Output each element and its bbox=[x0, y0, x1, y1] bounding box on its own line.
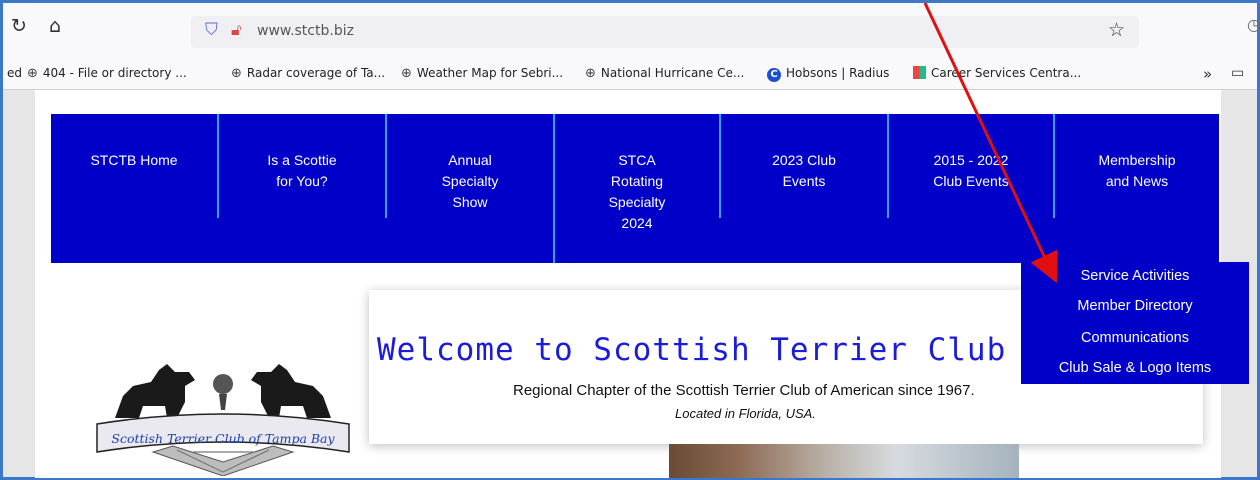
extension-icon[interactable]: ◷ bbox=[1247, 15, 1260, 34]
bookmark-item[interactable]: ⊕ Radar coverage of Ta... bbox=[231, 66, 385, 81]
membership-dropdown: Service Activities Member Directory Comm… bbox=[1021, 262, 1249, 384]
nav-stca-rotating[interactable]: STCA Rotating Specialty 2024 bbox=[555, 114, 719, 263]
nav-2015-2022-events[interactable]: 2015 - 2022 Club Events bbox=[889, 114, 1053, 218]
main-nav: STCTB Home Is a Scottie for You? Annual … bbox=[51, 114, 1219, 263]
bookmark-item[interactable]: ⊕ 404 - File or directory ... bbox=[27, 66, 187, 81]
nav-membership[interactable]: Membership and News bbox=[1055, 114, 1219, 218]
nav-is-a-scottie[interactable]: Is a Scottie for You? bbox=[219, 114, 385, 218]
home-icon[interactable]: ⌂ bbox=[49, 15, 61, 37]
insecure-lock-icon[interactable]: 🔓︎ bbox=[231, 20, 241, 40]
welcome-heading: Welcome to Scottish Terrier Club of T bbox=[377, 332, 1105, 368]
nav-2023-events[interactable]: 2023 Club Events bbox=[721, 114, 887, 218]
shield-icon[interactable]: ⛉ bbox=[205, 20, 218, 40]
reload-icon[interactable]: ↻ bbox=[11, 15, 27, 37]
nav-stctb-home[interactable]: STCTB Home bbox=[51, 114, 217, 218]
location-text: Located in Florida, USA. bbox=[675, 406, 816, 421]
club-logo: Scottish Terrier Club of Tampa Bay bbox=[96, 364, 350, 476]
bookmarks-bar: ed ⊕ 404 - File or directory ... ⊕ Radar c… bbox=[3, 59, 1257, 89]
logo-text: Scottish Terrier Club of Tampa Bay bbox=[111, 431, 335, 446]
globe-icon: ⊕ bbox=[231, 66, 242, 81]
address-bar[interactable]: ⛉ 🔓︎ www.stctb.biz ☆ bbox=[191, 16, 1139, 48]
dropdown-communications[interactable]: Communications bbox=[1021, 330, 1249, 346]
bookmark-item[interactable]: C Hobsons | Radius bbox=[767, 66, 889, 82]
bookmark-item[interactable]: ⊕ Weather Map for Sebri... bbox=[401, 66, 563, 81]
bookmark-item[interactable]: ⊕ National Hurricane Ce... bbox=[585, 66, 744, 81]
star-icon[interactable]: ☆ bbox=[1108, 19, 1125, 41]
subtitle: Regional Chapter of the Scottish Terrier… bbox=[513, 382, 975, 399]
browser-toolbar: ↻ ⌂ ⛉ 🔓︎ www.stctb.biz ☆ ◷ bbox=[3, 3, 1260, 59]
bookmark-item[interactable]: Career Services Centra... bbox=[913, 66, 1081, 80]
globe-icon: ⊕ bbox=[27, 66, 38, 81]
folder-icon[interactable]: ▭ bbox=[1231, 65, 1244, 81]
dropdown-member-directory[interactable]: Member Directory bbox=[1021, 298, 1249, 314]
dropdown-service-activities[interactable]: Service Activities bbox=[1021, 268, 1249, 284]
dog-photo bbox=[669, 444, 1019, 478]
hobsons-icon: C bbox=[767, 68, 781, 82]
bookmark-cut-prefix[interactable]: ed bbox=[7, 66, 22, 80]
url-text[interactable]: www.stctb.biz bbox=[257, 23, 354, 39]
tile-icon bbox=[913, 66, 926, 79]
chevron-double-right-icon[interactable]: » bbox=[1203, 65, 1212, 83]
globe-icon: ⊕ bbox=[401, 66, 412, 81]
dropdown-club-sale-logo[interactable]: Club Sale & Logo Items bbox=[1021, 360, 1249, 376]
globe-icon: ⊕ bbox=[585, 66, 596, 81]
nav-annual-specialty[interactable]: Annual Specialty Show bbox=[387, 114, 553, 218]
